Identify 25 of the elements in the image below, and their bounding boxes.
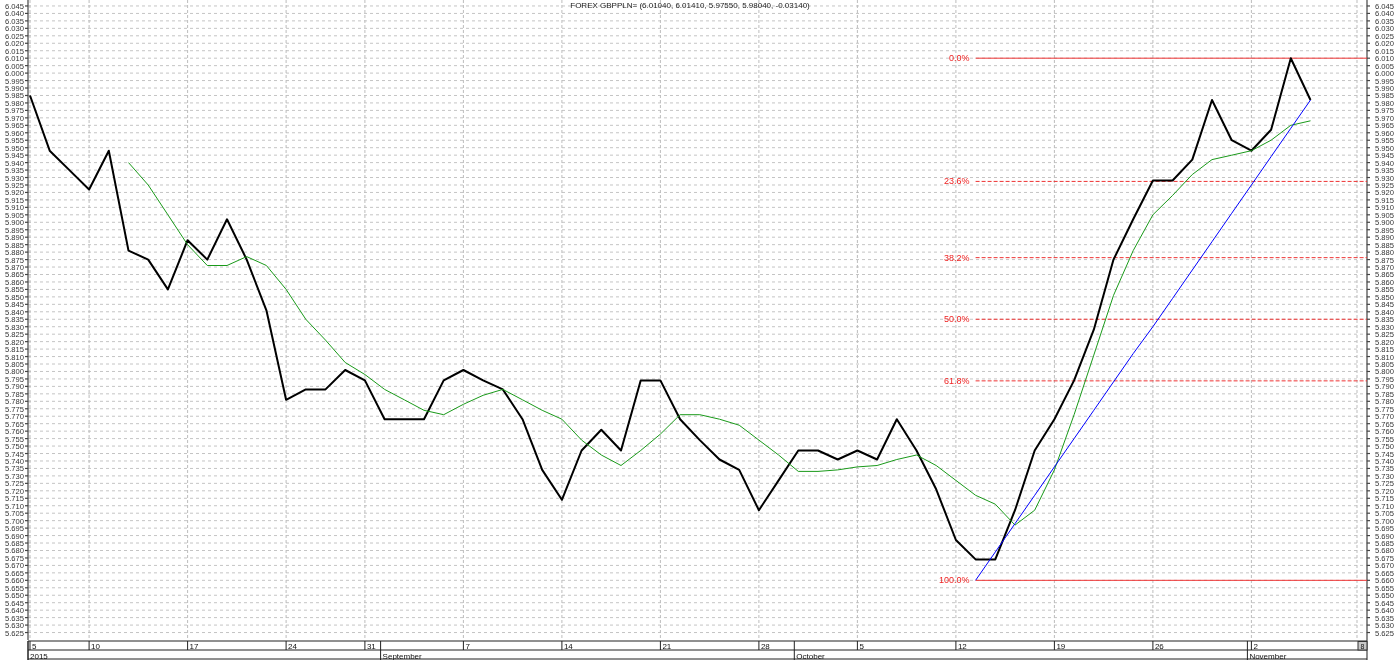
date-label: 10 <box>91 642 100 651</box>
month-label: September <box>382 651 422 660</box>
fibonacci-label: 0.0% <box>949 53 970 64</box>
date-label: 31 <box>366 642 376 651</box>
date-label: 21 <box>662 642 672 651</box>
chart-title: FOREX GBPPLN= (6.01040, 6.01410, 5.97550, 5.98040, -0.03140) <box>570 1 810 10</box>
fibonacci-label: 38.2% <box>944 252 970 263</box>
month-label: October <box>796 651 825 660</box>
month-label: November <box>1249 651 1287 660</box>
date-label: 28 <box>760 642 770 651</box>
date-label: 26 <box>1154 642 1164 651</box>
date-label: 17 <box>189 642 199 651</box>
fibonacci-label: 100.0% <box>939 575 970 586</box>
date-label: 5 <box>859 642 864 651</box>
date-label: 19 <box>1056 642 1066 651</box>
date-label: 14 <box>563 642 573 651</box>
date-label: 24 <box>288 642 297 651</box>
fibonacci-label: 23.6% <box>944 176 970 187</box>
date-label: 7 <box>465 642 470 651</box>
month-label: 2015 <box>30 651 48 660</box>
date-label: 12 <box>957 642 967 651</box>
date-label: 5 <box>32 642 37 651</box>
date-label: 2 <box>1253 642 1258 651</box>
fibonacci-label: 61.8% <box>944 375 970 386</box>
fibonacci-label: 50.0% <box>944 314 970 325</box>
